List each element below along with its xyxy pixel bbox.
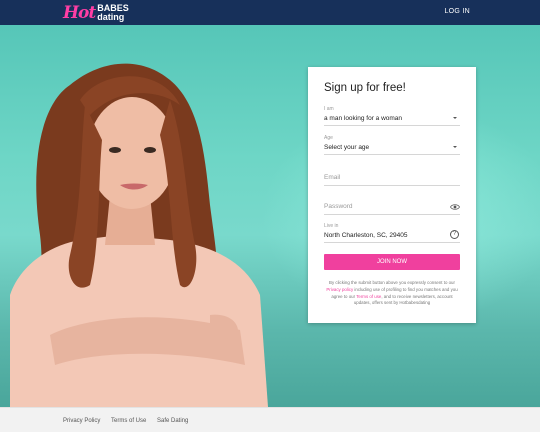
location-label: Live in (324, 223, 339, 229)
signup-form-card: Sign up for free! I am a man looking for… (308, 67, 476, 323)
footer-privacy-policy-link[interactable]: Privacy Policy (63, 418, 100, 424)
eye-icon[interactable] (450, 203, 460, 211)
logo-wordmark: BABES dating (97, 3, 129, 22)
terms-of-use-link[interactable]: Terms of use (356, 294, 381, 299)
top-navigation-bar: Hot BABES dating LOG IN (0, 0, 540, 25)
location-value: North Charleston, SC, 29405 (324, 232, 408, 239)
logo-script-text: Hot (63, 2, 96, 23)
site-logo[interactable]: Hot BABES dating (63, 2, 129, 23)
chevron-down-icon (453, 117, 457, 119)
login-link[interactable]: LOG IN (444, 8, 470, 15)
email-field[interactable]: Email (324, 174, 460, 186)
password-placeholder: Password (324, 203, 353, 210)
email-placeholder: Email (324, 174, 341, 181)
hero-section: Sign up for free! I am a man looking for… (0, 25, 540, 407)
age-label: Age (324, 135, 333, 141)
signup-title: Sign up for free! (324, 82, 406, 94)
age-select[interactable]: Age Select your age (324, 135, 460, 155)
age-value: Select your age (324, 144, 370, 151)
help-icon[interactable]: ? (450, 230, 459, 239)
legal-consent-text: By clicking the submit button above you … (324, 280, 460, 307)
footer-terms-of-use-link[interactable]: Terms of Use (111, 418, 146, 424)
footer-safe-dating-link[interactable]: Safe Dating (157, 418, 188, 424)
logo-bottom-text: dating (97, 11, 125, 22)
location-field[interactable]: Live in North Charleston, SC, 29405 ? (324, 223, 460, 243)
legal-text-part1: By clicking the submit button above you … (329, 280, 455, 285)
page-footer: Privacy Policy Terms of Use Safe Dating (0, 407, 540, 432)
join-now-button[interactable]: JOIN NOW (324, 254, 460, 270)
gender-preference-select[interactable]: I am a man looking for a woman (324, 106, 460, 126)
password-field[interactable]: Password (324, 203, 460, 215)
hero-woman-photo (10, 63, 268, 407)
gender-preference-label: I am (324, 106, 334, 112)
gender-preference-value: a man looking for a woman (324, 115, 403, 122)
privacy-policy-link[interactable]: Privacy policy (326, 287, 353, 292)
chevron-down-icon (453, 146, 457, 148)
